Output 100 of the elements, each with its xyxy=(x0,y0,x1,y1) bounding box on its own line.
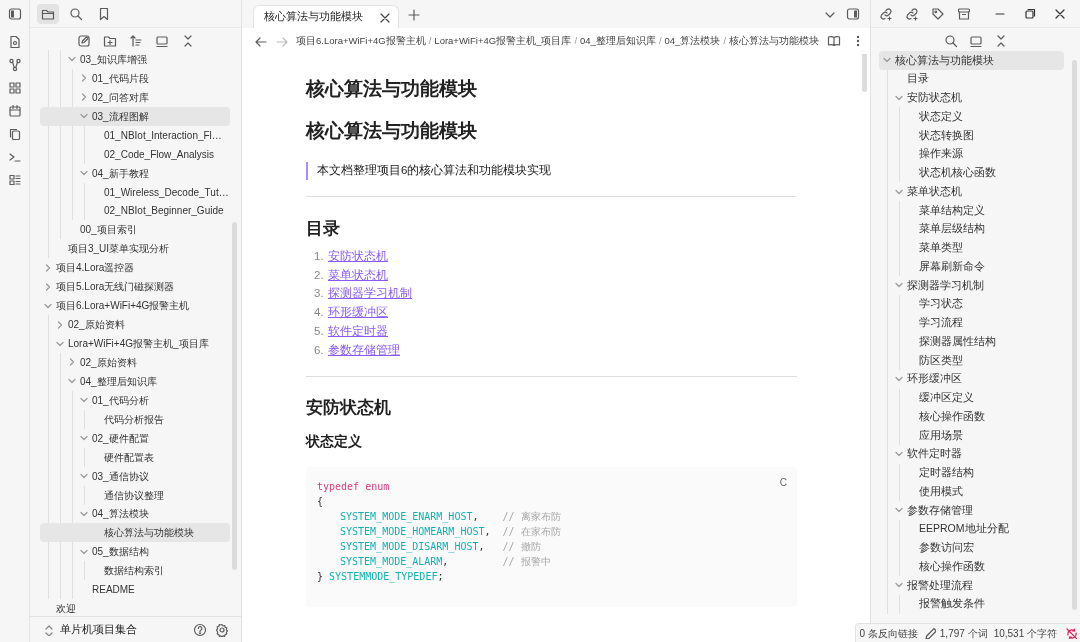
file-tree-item[interactable]: 01_代码分析 xyxy=(40,390,230,410)
heading: 目录 xyxy=(306,217,341,239)
heading: 安防状态机 xyxy=(306,397,392,419)
outline-item[interactable]: 应用场景 xyxy=(879,426,1064,445)
code-language-label: C xyxy=(779,475,787,490)
file-tree-item[interactable]: 01_NBIot_Interaction_Fl… xyxy=(40,125,230,145)
file-tree-item[interactable]: 04_算法模块 xyxy=(40,504,230,524)
word-count: 1,797 个词 xyxy=(939,626,988,641)
file-tree-item[interactable]: 02_Code_Flow_Analysis xyxy=(40,144,230,164)
outline-item[interactable]: 核心算法与功能模块 xyxy=(879,51,1064,70)
list-link[interactable]: 参数存储管理 xyxy=(328,341,400,359)
file-tree-item[interactable]: Lora+WiFi+4G报警主机_项目库 xyxy=(40,334,230,353)
outline-item[interactable]: 学习流程 xyxy=(879,313,1064,333)
file-tree-item[interactable]: 数据结构索引 xyxy=(40,561,230,581)
outline-item[interactable]: 定时器结构 xyxy=(879,463,1064,483)
file-tree-item[interactable]: 00_项目索引 xyxy=(40,220,230,240)
heading: 状态定义 xyxy=(306,432,363,452)
outline-item[interactable]: 菜单结构定义 xyxy=(879,201,1064,220)
outline-item[interactable]: 菜单类型 xyxy=(879,238,1064,258)
list-link[interactable]: 菜单状态机 xyxy=(328,266,388,284)
outline-item[interactable]: 软件定时器 xyxy=(879,444,1064,464)
file-tree-item[interactable]: 02_原始资料 xyxy=(40,353,230,372)
file-tree-item[interactable]: 硬件配置表 xyxy=(40,447,230,467)
outline-item[interactable]: EEPROM地址分配 xyxy=(879,519,1064,539)
file-tree-item[interactable]: 04_整理后知识库 xyxy=(40,371,230,391)
outline-item[interactable]: 学习状态 xyxy=(879,294,1064,314)
outline-item[interactable]: 环形缓冲区 xyxy=(879,369,1064,389)
code-line: typedef enum xyxy=(317,479,390,494)
list-number: 2. xyxy=(314,267,324,283)
list-link[interactable]: 软件定时器 xyxy=(328,322,388,341)
blockquote: 本文档整理项目6的核心算法和功能模块实现 xyxy=(306,162,797,180)
outline-item[interactable]: 状态机核心函数 xyxy=(879,163,1064,183)
outline-item[interactable]: 目录 xyxy=(879,69,1064,89)
character-count: 10,531 个字符 xyxy=(993,626,1057,641)
outline-item[interactable]: 安防状态机 xyxy=(879,88,1064,108)
breadcrumb-link[interactable]: Lora+WiFi+4G报警主机_项目库 xyxy=(434,33,572,49)
outline-item[interactable]: 核心操作函数 xyxy=(879,557,1064,576)
file-tree-item[interactable]: 代码分析报告 xyxy=(40,409,230,429)
file-tree-item[interactable]: 03_流程图解 xyxy=(40,106,230,126)
outline-item[interactable]: 菜单状态机 xyxy=(879,182,1064,201)
backlinks-count[interactable]: 0 条反向链接 xyxy=(859,625,918,641)
breadcrumb-link[interactable]: 04_整理后知识库 xyxy=(580,33,656,49)
file-tree-item[interactable]: 02_NBIot_Beginner_Guide xyxy=(40,201,230,221)
vault-switcher[interactable]: 单片机项目集合 xyxy=(60,621,187,638)
outline-item[interactable]: 探测器属性结构 xyxy=(879,332,1064,351)
outline-item[interactable]: 报警处理流程 xyxy=(879,576,1064,595)
file-tree-item[interactable]: 01_代码片段 xyxy=(40,68,230,88)
file-tree-item[interactable]: 01_Wireless_Decode_Tut… xyxy=(40,182,230,202)
file-tree-item[interactable]: 05_数据结构 xyxy=(40,542,230,562)
file-tree-item[interactable]: 项目5.Lora无线门磁探测器 xyxy=(40,277,230,297)
list-link[interactable]: 探测器学习机制 xyxy=(328,285,412,303)
file-tree-item[interactable]: 03_知识库增强 xyxy=(40,50,230,69)
list-link[interactable]: 环形缓冲区 xyxy=(328,304,388,322)
note-tab[interactable]: 核心算法与功能模块 xyxy=(253,5,399,28)
outline-item[interactable]: 操作来源 xyxy=(879,144,1064,164)
outline-item[interactable]: 状态转换图 xyxy=(879,126,1064,145)
file-tree-item[interactable]: 02_问答对库 xyxy=(40,87,230,107)
file-tree-item[interactable]: 02_原始资料 xyxy=(40,315,230,335)
file-tree-item[interactable]: 欢迎 xyxy=(40,599,230,616)
outline-item[interactable]: 菜单层级结构 xyxy=(879,219,1064,239)
list-number: 4. xyxy=(314,305,324,321)
list-number: 5. xyxy=(314,323,324,339)
outline-item[interactable]: 核心操作函数 xyxy=(879,407,1064,426)
file-tree-item[interactable]: README xyxy=(40,580,230,600)
file-tree-item[interactable]: 02_硬件配置 xyxy=(40,428,230,448)
outline-item[interactable]: 屏幕刷新命令 xyxy=(879,257,1064,276)
file-tree-item[interactable]: 项目3_UI菜单实现分析 xyxy=(40,239,230,259)
code-line: { xyxy=(317,494,324,509)
code-line: } SYSTEMMODE_TYPEDEF; xyxy=(317,569,444,584)
outline-item[interactable]: 防区类型 xyxy=(879,351,1064,370)
outline-item[interactable]: 参数访问宏 xyxy=(879,538,1064,558)
file-tree-item[interactable]: 通信协议整理 xyxy=(40,485,230,505)
file-tree-item[interactable]: 04_新手教程 xyxy=(40,163,230,183)
outline-item[interactable]: 参数存储管理 xyxy=(879,501,1064,520)
note-title: 核心算法与功能模块 xyxy=(306,76,478,101)
list-link[interactable]: 安防状态机 xyxy=(328,247,388,265)
outline-item[interactable]: 探测器学习机制 xyxy=(879,276,1064,295)
list-number: 6. xyxy=(314,342,324,358)
heading: 核心算法与功能模块 xyxy=(306,118,478,143)
file-tree-item[interactable]: 核心算法与功能模块 xyxy=(40,523,230,543)
breadcrumb-separator: / xyxy=(723,33,727,48)
breadcrumb-separator: / xyxy=(658,33,662,48)
file-tree-item[interactable]: 项目6.Lora+WiFi+4G报警主机 xyxy=(40,296,230,316)
code-line: SYSTEM_MODE_ENARM_HOST, // 离家布防 xyxy=(339,509,561,524)
file-tree-item[interactable]: 项目4.Lora遥控器 xyxy=(40,258,230,278)
outline-item[interactable]: 使用模式 xyxy=(879,482,1064,501)
outline-item[interactable]: 缓冲区定义 xyxy=(879,388,1064,408)
breadcrumb-link[interactable]: 项目6.Lora+WiFi+4G报警主机 xyxy=(296,33,426,49)
breadcrumb-separator: / xyxy=(574,33,578,48)
code-line: SYSTEM_MODE_DISARM_HOST, // 撤防 xyxy=(339,539,541,554)
list-number: 3. xyxy=(314,286,324,302)
breadcrumb-link[interactable]: 04_算法模块 xyxy=(664,33,721,49)
outline-item[interactable]: 状态定义 xyxy=(879,107,1064,126)
file-tree-item[interactable]: 03_通信协议 xyxy=(40,466,230,486)
outline-item[interactable]: 报警触发条件 xyxy=(879,594,1064,614)
code-line: SYSTEM_MODE_HOMEARM_HOST, // 在家布防 xyxy=(339,524,561,539)
breadcrumb-separator: / xyxy=(428,33,432,48)
list-number: 1. xyxy=(314,248,324,264)
breadcrumb-link[interactable]: 核心算法与功能模块 xyxy=(729,33,820,49)
code-line: SYSTEM_MODE_ALARM, // 报警中 xyxy=(339,554,551,569)
